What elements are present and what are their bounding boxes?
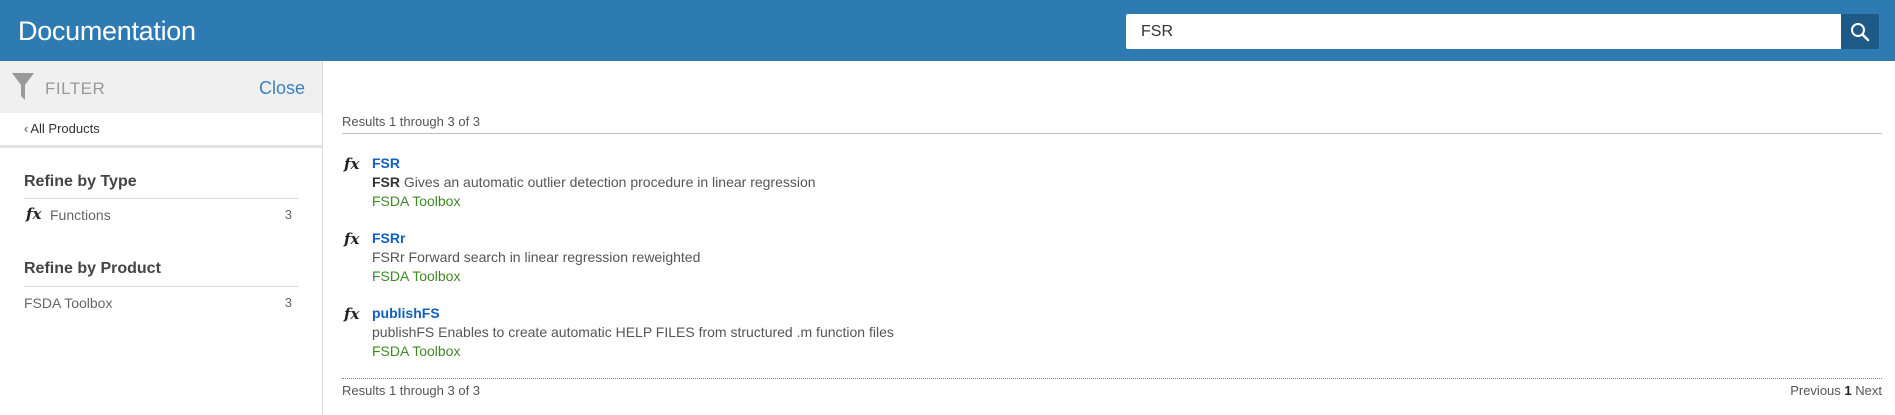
result-item: fx FSR FSR Gives an automatic outlier de… — [342, 149, 1542, 209]
close-filter-link[interactable]: Close — [259, 78, 305, 99]
sidebar-divider — [0, 145, 322, 148]
result-title-link[interactable]: publishFS — [372, 305, 440, 321]
pagination: Previous 1 Next — [1790, 383, 1882, 398]
current-page-number: 1 — [1844, 383, 1852, 398]
search-button[interactable] — [1841, 14, 1879, 49]
refine-item-label: Functions — [50, 207, 111, 223]
divider — [342, 378, 1882, 379]
app-title: Documentation — [18, 16, 196, 46]
all-products-link[interactable]: ‹ All Products — [24, 121, 100, 136]
results-panel: Results 1 through 3 of 3 fx FSR FSR Give… — [342, 61, 1882, 415]
refine-item-count: 3 — [284, 295, 292, 310]
result-product-link[interactable]: FSDA Toolbox — [372, 343, 460, 359]
result-title-link[interactable]: FSR — [372, 155, 400, 171]
search-input[interactable] — [1126, 14, 1841, 49]
divider — [24, 198, 299, 199]
filter-label: FILTER — [45, 79, 106, 98]
search-icon — [1851, 22, 1870, 41]
result-description: publishFS Enables to create automatic HE… — [372, 324, 894, 340]
results-summary-bottom: Results 1 through 3 of 3 — [342, 383, 481, 398]
next-page-link[interactable]: Next — [1855, 383, 1882, 398]
divider — [24, 286, 299, 287]
function-icon: fx — [26, 205, 42, 223]
result-product-link[interactable]: FSDA Toolbox — [372, 268, 460, 284]
refine-by-type-heading: Refine by Type — [24, 173, 137, 190]
function-icon: fx — [344, 155, 360, 173]
result-product-link[interactable]: FSDA Toolbox — [372, 193, 460, 209]
result-description-text: FSRr Forward search in linear regression… — [372, 249, 701, 265]
result-description-text: publishFS Enables to create automatic HE… — [372, 324, 894, 340]
result-item: fx publishFS publishFS Enables to create… — [342, 299, 1542, 359]
result-title-link[interactable]: FSRr — [372, 230, 405, 246]
refine-item-functions[interactable]: fx Functions 3 — [24, 205, 292, 226]
chevron-left-icon: ‹ — [24, 121, 29, 136]
divider — [342, 133, 1882, 134]
filter-icon — [12, 73, 34, 100]
refine-item-count: 3 — [284, 207, 292, 222]
all-products-label: All Products — [30, 121, 100, 136]
refine-by-product-heading: Refine by Product — [24, 260, 161, 277]
previous-page-link[interactable]: Previous — [1790, 383, 1841, 398]
function-icon: fx — [344, 305, 360, 323]
result-description: FSR Gives an automatic outlier detection… — [372, 174, 816, 190]
refine-item-label: FSDA Toolbox — [24, 295, 113, 311]
filter-bar: FILTER Close — [0, 61, 322, 113]
result-description: FSRr Forward search in linear regression… — [372, 249, 700, 265]
result-description-bold: FSR — [372, 174, 400, 190]
filter-sidebar: FILTER Close ‹ All Products Refine by Typ… — [0, 61, 323, 415]
result-item: fx FSRr FSRr Forward search in linear re… — [342, 224, 1542, 284]
refine-item-fsda-toolbox[interactable]: FSDA Toolbox 3 — [24, 294, 292, 314]
results-summary-top: Results 1 through 3 of 3 — [342, 114, 481, 129]
function-icon: fx — [344, 230, 360, 248]
top-header: Documentation — [0, 0, 1895, 61]
result-description-text: Gives an automatic outlier detection pro… — [400, 174, 816, 190]
